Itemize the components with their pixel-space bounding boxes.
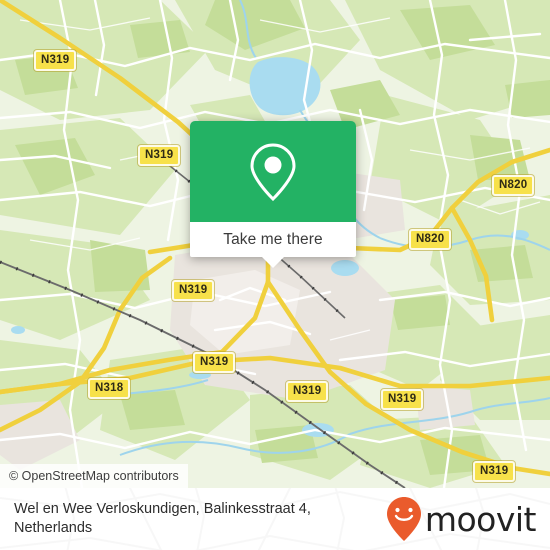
map-popup-card[interactable]: Take me there	[190, 121, 356, 257]
moovit-smiley-pin-icon	[386, 497, 421, 541]
road-shield: N319	[172, 280, 215, 301]
address-line-1: Wel en Wee Verloskundigen, Balinkesstraa…	[14, 501, 311, 517]
osm-attribution[interactable]: © OpenStreetMap contributors	[0, 464, 188, 488]
road-shield: N820	[409, 229, 452, 250]
take-me-there-label: Take me there	[223, 230, 323, 248]
popup-tail	[262, 257, 284, 268]
moovit-brand: moovit	[385, 496, 537, 542]
road-shield: N319	[34, 50, 77, 71]
footer-bar: Wel en Wee Verloskundigen, Balinkesstraa…	[0, 488, 550, 550]
road-shield: N319	[473, 461, 516, 482]
popup-action-bar[interactable]: Take me there	[190, 222, 356, 257]
moovit-map-screenshot: N319 N319 N319 N820 N820 N318 N319 N319 …	[0, 0, 550, 550]
map-canvas[interactable]: N319 N319 N319 N820 N820 N318 N319 N319 …	[0, 0, 550, 488]
road-shield: N319	[286, 381, 329, 402]
road-shield: N319	[138, 145, 181, 166]
road-shield: N318	[88, 378, 131, 399]
moovit-wordmark: moovit	[424, 499, 537, 539]
location-pin-icon	[250, 142, 296, 201]
road-shield: N319	[381, 389, 424, 410]
address-label: Wel en Wee Verloskundigen, Balinkesstraa…	[14, 500, 311, 538]
road-shield: N820	[492, 175, 535, 196]
address-line-2: Netherlands	[14, 520, 93, 536]
road-shield: N319	[193, 352, 236, 373]
popup-icon-panel	[190, 121, 356, 222]
